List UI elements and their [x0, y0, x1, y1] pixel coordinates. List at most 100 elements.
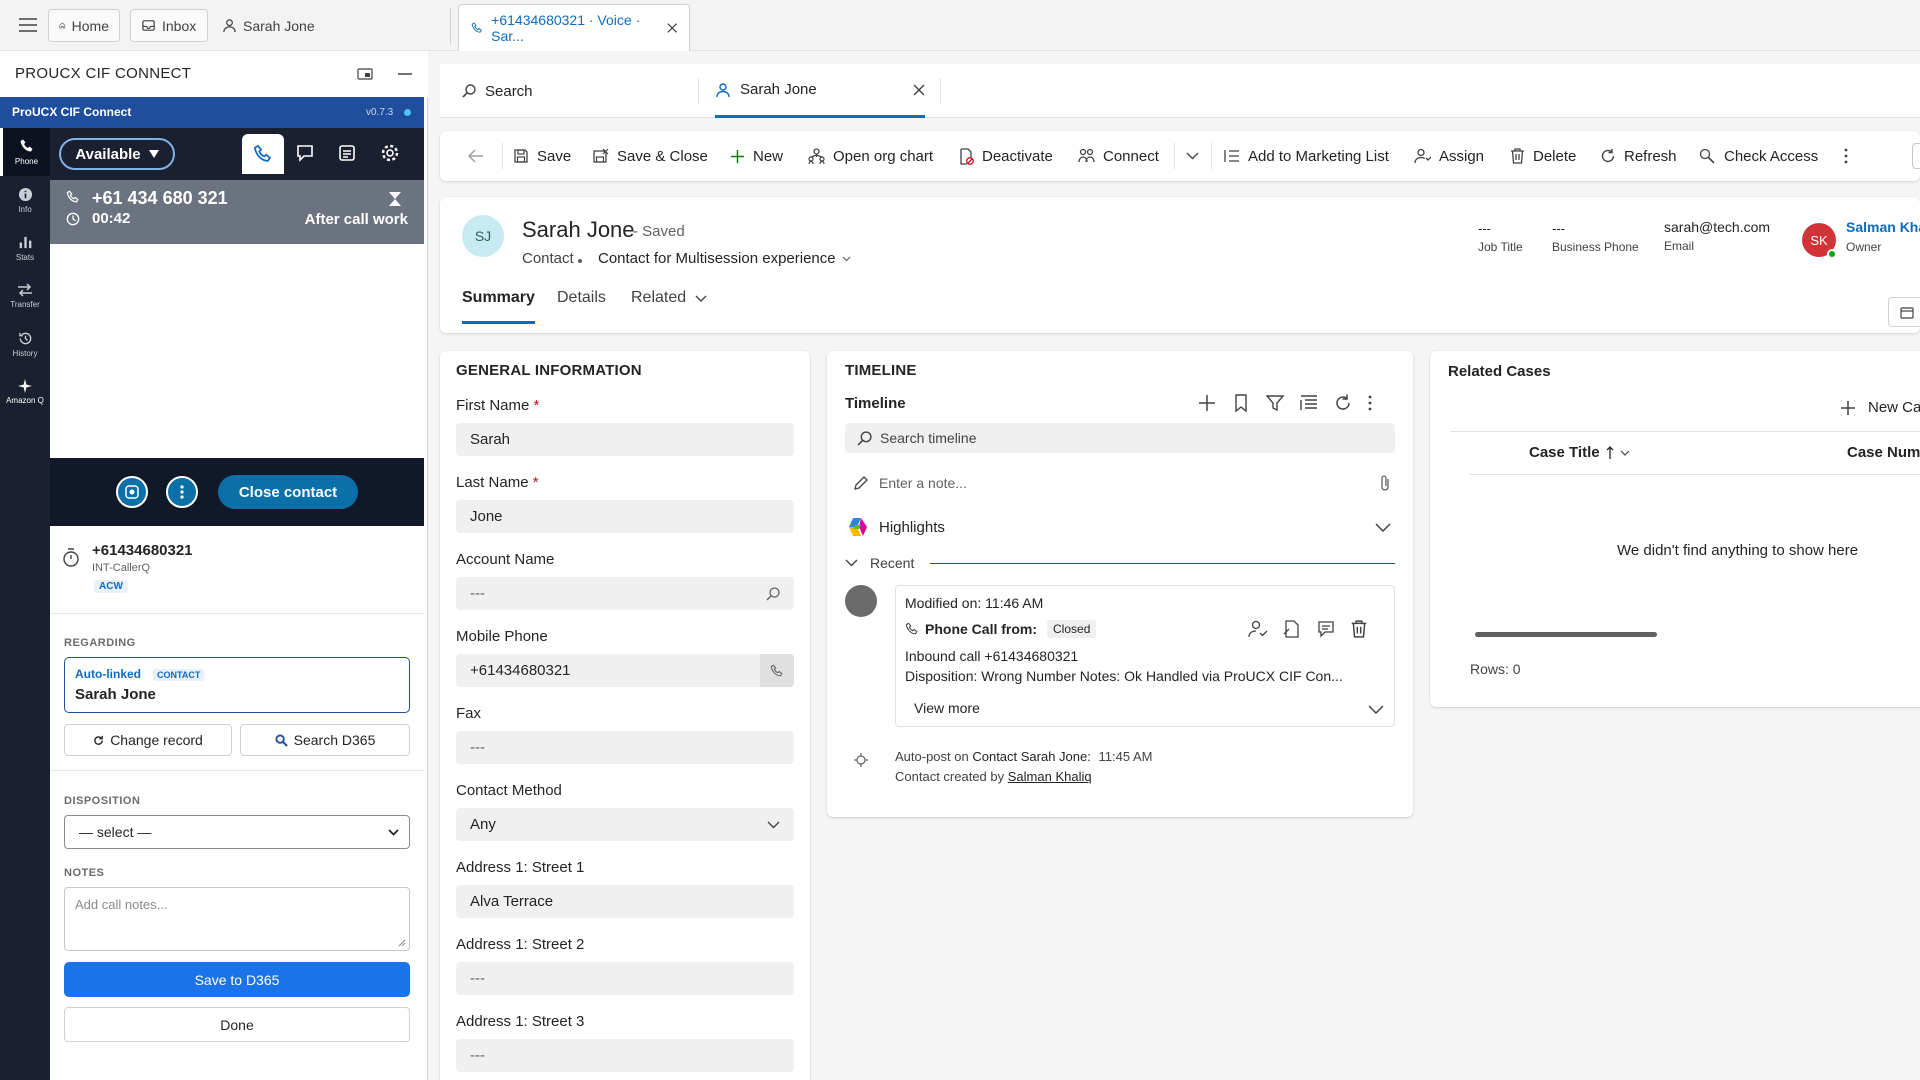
share-button[interactable] [1912, 143, 1920, 169]
street1-input[interactable]: Alva Terrace [456, 885, 794, 918]
bookmark-icon[interactable] [1231, 393, 1251, 413]
column-case-number[interactable]: Case Numb [1847, 444, 1920, 461]
sparkle-icon [18, 379, 32, 393]
close-icon[interactable] [913, 84, 925, 96]
street3-value: --- [470, 1047, 485, 1064]
street2-input[interactable]: --- [456, 962, 794, 995]
close-icon[interactable] [667, 22, 677, 34]
hamburger-icon[interactable] [14, 12, 42, 38]
minimize-icon[interactable] [396, 65, 414, 83]
activity-call-from: Phone Call from: [925, 621, 1038, 637]
save-close-button[interactable]: Save & Close [592, 131, 708, 181]
save-to-d365-label: Save to D365 [194, 971, 280, 988]
note-input[interactable]: Enter a note... [845, 467, 1395, 499]
add-to-marketing-list-button[interactable]: Add to Marketing List [1224, 131, 1389, 181]
view-more-link[interactable]: View more [914, 700, 980, 716]
linked-record-card[interactable]: Auto-linked CONTACT Sarah Jone [64, 657, 410, 713]
mobile-phone-input[interactable]: +61434680321 [456, 654, 794, 687]
related-title: Related Cases [1448, 363, 1551, 380]
horizontal-scrollbar[interactable] [1475, 632, 1657, 637]
filter-icon[interactable] [1265, 393, 1285, 413]
comment-icon[interactable] [1316, 620, 1336, 638]
back-button[interactable] [468, 131, 484, 181]
session-tab-voice[interactable]: +61434680321 · Voice · Sar... [458, 4, 690, 51]
account-name-lookup[interactable]: --- [456, 577, 794, 610]
disposition-select[interactable]: — select — [64, 815, 410, 849]
tab-related[interactable]: Related [631, 289, 707, 307]
divider [1450, 431, 1920, 432]
deactivate-button[interactable]: Deactivate [958, 131, 1053, 181]
required-marker: * [533, 397, 540, 414]
rail-phone[interactable]: Phone [0, 128, 50, 176]
highlights-row[interactable]: Highlights [845, 511, 1395, 543]
inbox-icon [142, 20, 155, 31]
monitor-button[interactable] [116, 476, 148, 508]
tab-summary[interactable]: Summary [462, 289, 535, 324]
email-value[interactable]: sarah@tech.com [1664, 219, 1770, 235]
more-vertical-icon[interactable] [1367, 394, 1373, 412]
chat-icon[interactable] [294, 142, 316, 164]
call-phone-icon[interactable] [760, 654, 794, 687]
last-name-input[interactable]: Jone [456, 500, 794, 533]
activity-card[interactable]: Modified on: 11:46 AM Phone Call from: C… [895, 585, 1395, 727]
owner-label: Owner [1846, 240, 1882, 254]
tab-details[interactable]: Details [557, 289, 606, 307]
cti-status-bar: Available [50, 128, 424, 180]
change-record-button[interactable]: Change record [64, 724, 232, 756]
rail-history[interactable]: History [0, 320, 50, 368]
bar-chart-icon [19, 236, 31, 248]
more-options-button[interactable] [166, 476, 198, 508]
inbox-button[interactable]: Inbox [130, 9, 208, 42]
document-icon[interactable] [1282, 620, 1302, 638]
recent-group-header[interactable]: Recent [845, 553, 1395, 573]
paperclip-icon[interactable] [1379, 474, 1391, 492]
tab-search[interactable]: Search [450, 64, 690, 118]
created-by-user-link[interactable]: Salman Khaliq [1008, 769, 1092, 784]
notes-icon[interactable] [336, 142, 358, 164]
refresh-icon[interactable] [1333, 393, 1353, 413]
owner-name[interactable]: Salman Kha [1846, 219, 1920, 235]
street3-input[interactable]: --- [456, 1039, 794, 1072]
status-dropdown[interactable]: Available [59, 138, 175, 170]
check-access-button[interactable]: Check Access [1699, 131, 1818, 181]
search-d365-button[interactable]: Search D365 [240, 724, 410, 756]
new-button[interactable]: New [730, 131, 783, 181]
contact-method-select[interactable]: Any [456, 808, 794, 841]
new-case-button[interactable]: New Ca [1840, 399, 1920, 416]
pencil-icon [854, 476, 868, 490]
connect-more-button[interactable] [1186, 131, 1199, 181]
column-case-title[interactable]: Case Title [1529, 444, 1630, 461]
rail-info[interactable]: Info [0, 176, 50, 224]
side-pane-toggle[interactable] [1888, 297, 1920, 327]
plus-icon [730, 149, 745, 163]
list-sort-icon[interactable] [1299, 393, 1319, 413]
delete-button[interactable]: Delete [1510, 131, 1576, 181]
plus-icon[interactable] [1197, 393, 1217, 413]
copilot-icon [849, 518, 867, 536]
popout-icon[interactable] [356, 65, 374, 83]
more-commands-button[interactable] [1844, 131, 1848, 181]
done-button[interactable]: Done [64, 1007, 410, 1042]
rail-stats[interactable]: Stats [0, 224, 50, 272]
tab-record[interactable]: Sarah Jone [715, 64, 925, 118]
assign-button[interactable]: Assign [1414, 131, 1484, 181]
open-org-chart-button[interactable]: Open org chart [808, 131, 933, 181]
rail-amazon-q[interactable]: Amazon Q [0, 368, 50, 416]
phone-mode-button[interactable] [242, 134, 284, 174]
assign-person-icon[interactable] [1248, 620, 1268, 638]
save-to-d365-button[interactable]: Save to D365 [64, 962, 410, 997]
home-button[interactable]: Home [48, 9, 120, 42]
save-button[interactable]: Save [513, 131, 571, 181]
refresh-button[interactable]: Refresh [1600, 131, 1677, 181]
first-name-input[interactable]: Sarah [456, 423, 794, 456]
user-tab[interactable]: Sarah Jone [222, 9, 315, 42]
notes-textarea[interactable]: Add call notes... [64, 887, 410, 951]
form-selector[interactable]: Contact for Multisession experience [598, 250, 851, 267]
timeline-search-input[interactable]: Search timeline [845, 423, 1395, 453]
settings-gear-icon[interactable] [379, 142, 401, 164]
close-contact-button[interactable]: Close contact [218, 475, 358, 509]
connect-button[interactable]: Connect [1078, 131, 1159, 181]
fax-input[interactable]: --- [456, 731, 794, 764]
trash-icon[interactable] [1350, 620, 1368, 638]
rail-transfer[interactable]: Transfer [0, 272, 50, 320]
